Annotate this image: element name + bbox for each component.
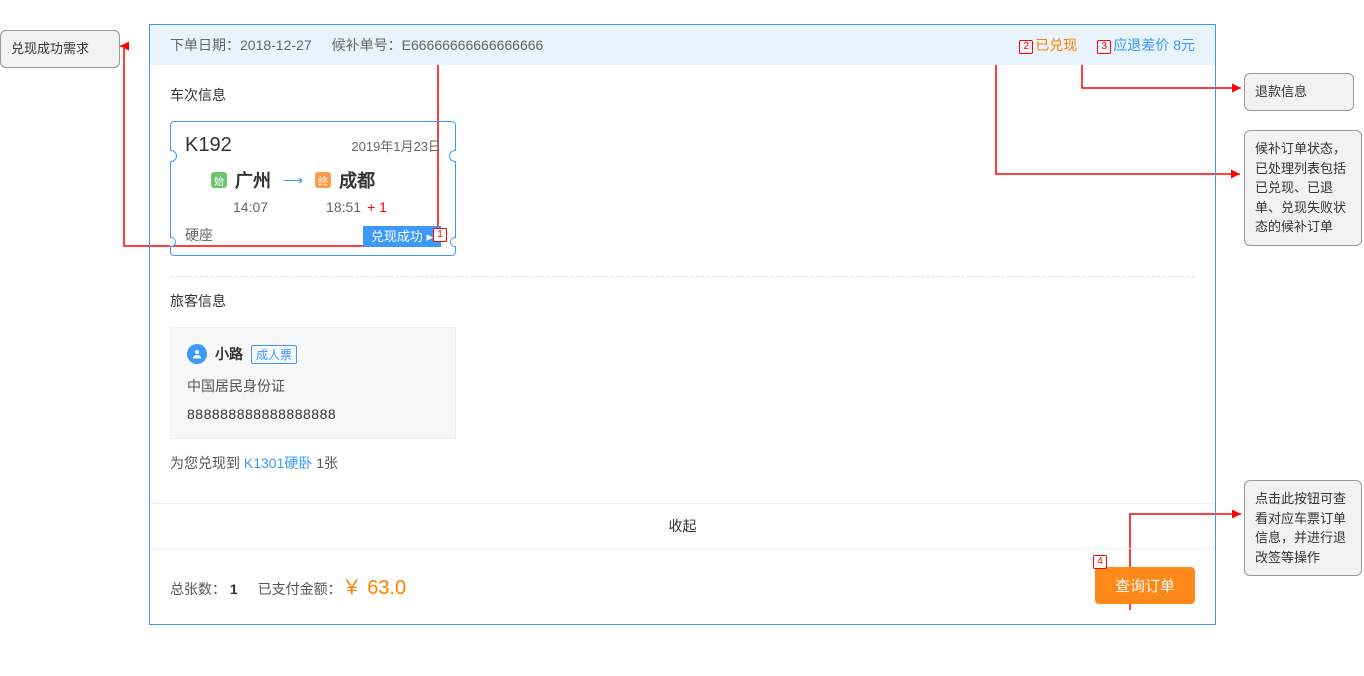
train-section-title: 车次信息 (170, 85, 1195, 105)
order-content: 车次信息 K192 2019年1月23日 始 广州 ⟶ 终 成都 14:07 1… (150, 65, 1215, 624)
paid-label: 已支付金额： (258, 581, 342, 597)
total-label: 总张数： (170, 581, 226, 597)
train-ticket-card[interactable]: K192 2019年1月23日 始 广州 ⟶ 终 成都 14:07 18:51 +… (170, 121, 456, 256)
refund-group: 3应退差价 8元 (1097, 35, 1195, 55)
user-icon (187, 344, 207, 364)
refund-amount: 8元 (1173, 37, 1195, 53)
secured-prefix: 为您兑现到 (170, 455, 244, 471)
start-badge-icon: 始 (211, 172, 227, 188)
order-date-value: 2018-12-27 (240, 37, 312, 53)
train-times: 14:07 18:51 + 1 (185, 199, 441, 215)
passenger-card: 小路 成人票 中国居民身份证 888888888888888888 (170, 327, 456, 439)
order-date-label: 下单日期： (170, 37, 240, 53)
order-header: 下单日期：2018-12-27 候补单号：E66666666666666666 … (150, 25, 1215, 65)
route-arrow-icon: ⟶ (283, 172, 303, 189)
order-date: 下单日期：2018-12-27 (170, 35, 312, 55)
to-station: 成都 (339, 167, 375, 193)
annotation-callout-1: 兑现成功需求 (0, 30, 120, 68)
plus-day: + 1 (367, 199, 387, 215)
collapse-toggle[interactable]: 收起 (150, 503, 1215, 549)
waitlist-value: E66666666666666666 (402, 37, 544, 53)
total-tickets: 总张数： 1 (170, 579, 238, 599)
secured-info: 为您兑现到 K1301硬卧 1张 (170, 453, 1195, 473)
footer-bar: 总张数： 1 已支付金额：￥ 63.0 4 查询订单 (170, 549, 1195, 604)
annotation-callout-refund: 退款信息 (1244, 73, 1354, 111)
divider (170, 276, 1195, 277)
secured-suffix: 1张 (312, 455, 338, 471)
end-badge-icon: 终 (315, 172, 331, 188)
annotation-marker-4: 4 (1093, 555, 1107, 569)
annotation-callout-status: 候补订单状态，已处理列表包括已兑现、已退单、兑现失败状态的候补订单 (1244, 130, 1362, 246)
secured-train: K1301硬卧 (244, 455, 312, 471)
seat-type: 硬座 (185, 225, 213, 245)
arrive-time-group: 18:51 + 1 (326, 199, 387, 215)
train-route: 始 广州 ⟶ 终 成都 (185, 167, 441, 193)
refund-label: 应退差价 (1113, 37, 1169, 53)
annotation-marker-3: 3 (1097, 40, 1111, 54)
success-badge[interactable]: 兑现成功 ▸ (363, 226, 441, 247)
total-count: 1 (230, 581, 238, 597)
order-status: 已兑现 (1035, 37, 1077, 53)
annotation-marker-1: 1 (433, 228, 447, 242)
header-left: 下单日期：2018-12-27 候补单号：E66666666666666666 (170, 35, 543, 55)
success-badge-wrap: 兑现成功 ▸ 1 (363, 226, 441, 245)
header-right: 2已兑现 3应退差价 8元 (1019, 35, 1195, 55)
currency-symbol: ￥ (342, 577, 362, 599)
id-number: 888888888888888888 (187, 406, 439, 422)
order-card: 下单日期：2018-12-27 候补单号：E66666666666666666 … (149, 24, 1216, 625)
annotation-marker-2: 2 (1019, 40, 1033, 54)
depart-time: 14:07 (233, 199, 268, 215)
waitlist-no: 候补单号：E66666666666666666 (332, 35, 544, 55)
train-number: K192 (185, 134, 232, 157)
annotation-callout-query: 点击此按钮可查看对应车票订单信息，并进行退改签等操作 (1244, 480, 1362, 576)
amount-value: 63.0 (367, 577, 406, 599)
arrive-time: 18:51 (326, 199, 361, 215)
train-date: 2019年1月23日 (351, 136, 441, 155)
status-group: 2已兑现 (1019, 35, 1077, 55)
query-order-button[interactable]: 查询订单 (1095, 567, 1195, 604)
from-station: 广州 (235, 167, 271, 193)
passenger-name: 小路 (215, 344, 243, 364)
id-type: 中国居民身份证 (187, 376, 439, 396)
ticket-type-badge: 成人票 (251, 345, 297, 364)
paid-amount: 已支付金额：￥ 63.0 (258, 571, 407, 600)
passenger-section-title: 旅客信息 (170, 291, 1195, 311)
waitlist-label: 候补单号： (332, 37, 402, 53)
